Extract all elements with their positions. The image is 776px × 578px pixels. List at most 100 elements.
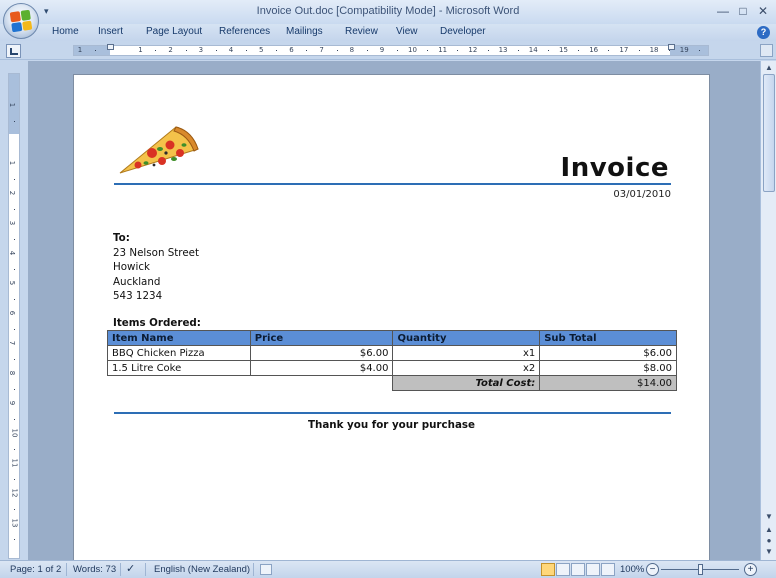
subtotal-cell: $8.00: [539, 360, 677, 376]
tab-developer[interactable]: Developer: [440, 26, 486, 37]
ruler-tick-mark: [547, 50, 549, 51]
ruler-tick-label: 8: [349, 46, 355, 54]
quantity-cell: x1: [392, 345, 541, 361]
ruler-tick-label: 5: [8, 280, 17, 286]
ruler-tick-mark: [366, 50, 368, 51]
blank-cell: [250, 376, 393, 391]
next-page-icon[interactable]: ▼: [764, 547, 774, 557]
ruler-tick-label: 1: [77, 46, 83, 54]
ruler-tick-label: 15: [559, 46, 568, 54]
first-line-indent-marker[interactable]: [107, 44, 114, 50]
ruler-tick-label: 13: [10, 518, 19, 528]
status-separator: [253, 563, 254, 576]
ruler-tick-label: 11: [438, 46, 448, 54]
ruler-tick-mark: [457, 50, 459, 51]
tab-insert[interactable]: Insert: [98, 26, 123, 37]
ruler-tick-mark: [396, 50, 398, 51]
ruler-tick-mark: [245, 50, 247, 51]
table-header-row: Item Name Price Quantity Sub Total: [107, 330, 677, 346]
ruler-tick-label: 4: [8, 250, 17, 256]
invoice-date: 03/01/2010: [613, 189, 671, 200]
blank-cell: [108, 376, 251, 391]
zoom-out-button[interactable]: −: [646, 563, 659, 576]
vertical-scrollbar[interactable]: ▲ ▼ ▲ ● ▼: [760, 61, 776, 560]
close-button[interactable]: ✕: [754, 3, 772, 19]
header-divider: [114, 183, 671, 185]
word-count[interactable]: Words: 73: [73, 564, 116, 575]
web-layout-view-icon[interactable]: [571, 563, 585, 576]
ruler-tick-mark: [638, 50, 640, 51]
ruler-tick-label: 9: [8, 400, 17, 406]
total-cost-value: $14.00: [539, 375, 677, 391]
language-indicator[interactable]: English (New Zealand): [154, 564, 250, 575]
ruler-tick-mark: [14, 299, 15, 300]
address-line: 23 Nelson Street: [113, 246, 200, 259]
ruler-tick-mark: [14, 179, 15, 180]
view-ruler-icon[interactable]: [760, 44, 773, 57]
print-layout-view-icon[interactable]: [541, 563, 555, 576]
item-name-cell: 1.5 Litre Coke: [107, 360, 251, 376]
ruler-tick-label: 1: [8, 160, 17, 166]
ruler-tick-label: 2: [8, 190, 17, 196]
ruler-tick-label: 19: [679, 46, 689, 54]
outline-view-icon[interactable]: [586, 563, 600, 576]
zoom-slider-thumb[interactable]: [698, 564, 703, 575]
vertical-ruler[interactable]: 1 1 2 3 4 5 6 7 8 9 10 11 12 13: [8, 73, 20, 559]
tab-page-layout[interactable]: Page Layout: [146, 26, 202, 37]
ruler-tick-label: 3: [8, 220, 17, 226]
ruler-tick-mark: [14, 509, 15, 510]
column-header: Item Name: [107, 330, 251, 346]
ruler-tick-label: 16: [589, 46, 599, 54]
maximize-button[interactable]: □: [734, 3, 752, 19]
ruler-tick-mark: [427, 50, 429, 51]
zoom-in-button[interactable]: +: [744, 563, 757, 576]
ruler-tick-label: 13: [498, 46, 508, 54]
help-icon[interactable]: ?: [757, 26, 770, 39]
tab-review[interactable]: Review: [345, 26, 378, 37]
horizontal-ruler[interactable]: 1 1 2 3 4 5 6 7 8 9 10 11 12 13 14 15 16 17 18 19: [73, 44, 709, 56]
items-table: Item Name Price Quantity Sub Total BBQ C…: [107, 330, 677, 391]
zoom-level[interactable]: 100%: [620, 564, 644, 575]
horizontal-ruler-bar: 1 1 2 3 4 5 6 7 8 9 10 11 12 13 14 15 16 17 18 19: [0, 41, 776, 60]
total-cost-label: Total Cost:: [392, 375, 541, 391]
proofing-check-icon[interactable]: ✓: [126, 562, 135, 575]
ruler-tick-label: 3: [198, 46, 204, 54]
ruler-tick-mark: [276, 50, 278, 51]
ruler-tick-mark: [14, 359, 15, 360]
ruler-tick-label: 7: [8, 340, 17, 346]
macro-record-icon[interactable]: [260, 564, 272, 575]
tab-view[interactable]: View: [396, 26, 418, 37]
subtotal-cell: $6.00: [539, 345, 677, 361]
ruler-tick-label: 1: [138, 46, 143, 54]
full-screen-reading-view-icon[interactable]: [556, 563, 570, 576]
ruler-tick-label: 12: [10, 488, 19, 498]
draft-view-icon[interactable]: [601, 563, 615, 576]
ruler-tick-mark: [14, 539, 15, 540]
status-separator: [145, 563, 146, 576]
scroll-up-arrow-icon[interactable]: ▲: [763, 62, 775, 74]
minimize-button[interactable]: —: [714, 3, 732, 19]
tab-references[interactable]: References: [219, 26, 270, 37]
select-browse-object-icon[interactable]: ●: [764, 536, 774, 546]
address-line: Auckland: [113, 275, 161, 288]
tab-mailings[interactable]: Mailings: [286, 26, 323, 37]
table-row: BBQ Chicken Pizza $6.00 x1 $6.00: [107, 345, 677, 361]
table-row: 1.5 Litre Coke $4.00 x2 $8.00: [107, 360, 677, 376]
page-count[interactable]: Page: 1 of 2: [10, 564, 61, 575]
status-bar: Page: 1 of 2 Words: 73 ✓ English (New Ze…: [0, 560, 776, 578]
tab-home[interactable]: Home: [52, 26, 79, 37]
ruler-tick-mark: [668, 50, 670, 51]
price-cell: $4.00: [249, 360, 394, 376]
ruler-tick-label: 14: [528, 46, 538, 54]
status-separator: [66, 563, 67, 576]
previous-page-icon[interactable]: ▲: [764, 525, 774, 535]
scroll-thumb[interactable]: [763, 74, 775, 192]
footer-divider: [114, 412, 671, 414]
tab-selector-icon[interactable]: [6, 44, 21, 58]
document-area[interactable]: Invoice 03/01/2010 To: 23 Nelson Street …: [28, 61, 760, 560]
office-button[interactable]: [3, 3, 39, 39]
ruler-tick-label: 11: [10, 458, 19, 468]
ruler-tick-mark: [608, 50, 610, 51]
scroll-down-arrow-icon[interactable]: ▼: [763, 511, 775, 523]
document-page[interactable]: Invoice 03/01/2010 To: 23 Nelson Street …: [73, 74, 710, 560]
